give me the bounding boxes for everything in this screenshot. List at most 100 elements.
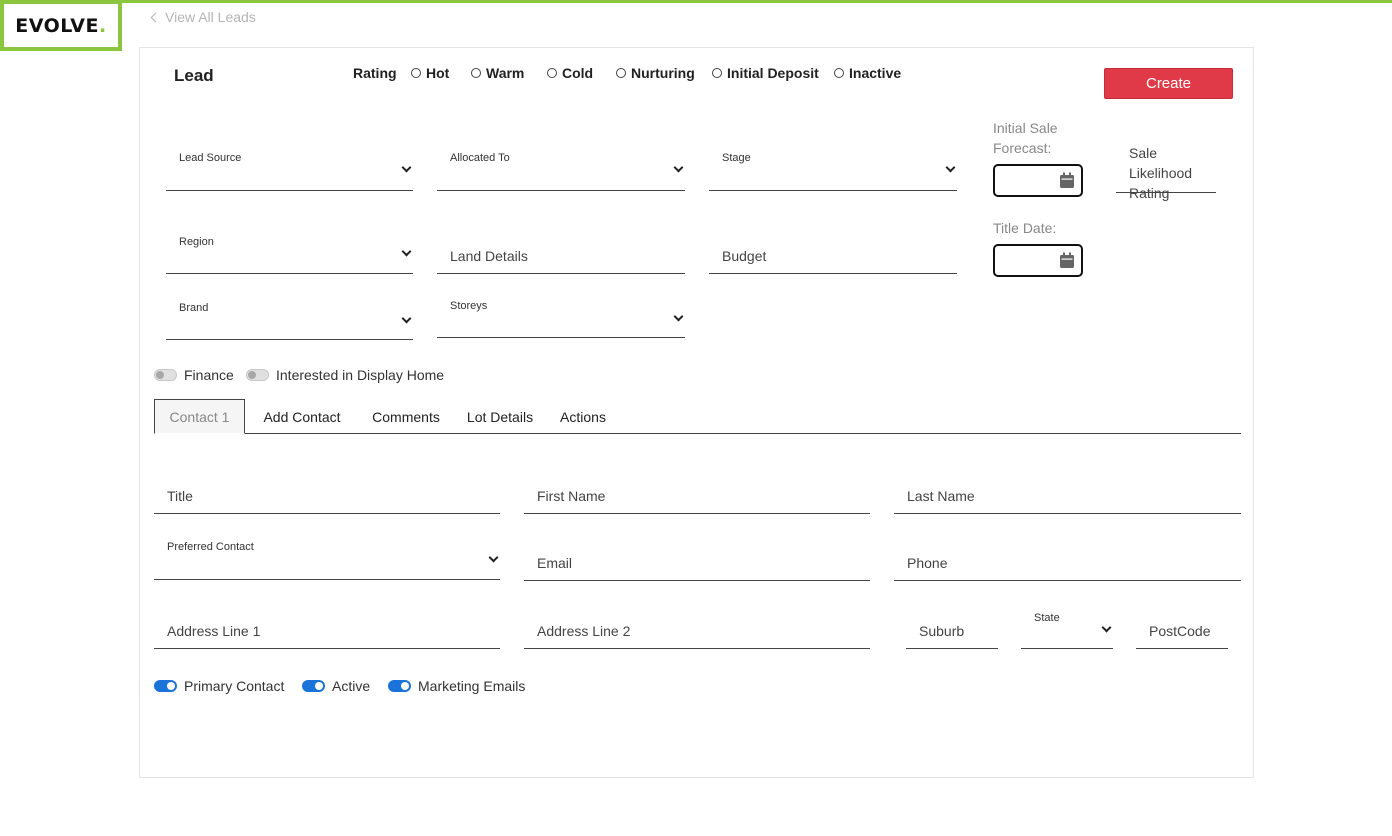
logo-text: EVOLVE. (15, 14, 107, 37)
address-line-2-input[interactable]: Address Line 2 (524, 603, 870, 649)
radio-circle-icon (834, 68, 844, 78)
title-date-input[interactable] (993, 244, 1083, 277)
toggle-label: Active (332, 678, 371, 694)
primary-contact-toggle[interactable]: Primary Contact (154, 678, 284, 694)
field-label: Title (167, 488, 193, 504)
field-label: Region (179, 236, 214, 248)
toggle-switch[interactable] (154, 680, 177, 692)
field-label: Lead Source (179, 152, 242, 164)
first-name-input[interactable]: First Name (524, 468, 870, 514)
chevron-down-icon (673, 162, 684, 173)
chevron-down-icon (401, 162, 412, 173)
rating-warm-radio[interactable]: Warm (471, 65, 524, 81)
chevron-down-icon (401, 246, 412, 257)
radio-circle-icon (471, 68, 481, 78)
tab-add-contact[interactable]: Add Contact (250, 399, 354, 434)
rating-nurturing-radio[interactable]: Nurturing (616, 65, 695, 81)
tab-lot-details[interactable]: Lot Details (460, 399, 540, 434)
field-label: Budget (722, 248, 767, 264)
initial-sale-forecast-date-input[interactable] (993, 164, 1083, 197)
rating-cold-radio[interactable]: Cold (547, 65, 593, 81)
evolve-logo[interactable]: EVOLVE. (0, 0, 122, 51)
field-label: Suburb (919, 623, 965, 639)
toggle-switch[interactable] (246, 369, 269, 381)
chevron-down-icon (488, 552, 499, 563)
active-toggle[interactable]: Active (302, 678, 370, 694)
radio-circle-icon (712, 68, 722, 78)
rating-inactive-radio[interactable]: Inactive (834, 65, 901, 81)
field-label: Phone (907, 555, 948, 571)
contact-title-input[interactable]: Title (154, 468, 500, 514)
state-select[interactable]: State (1021, 603, 1113, 649)
chevron-down-icon (1101, 622, 1112, 633)
title-date-label: Title Date: (993, 220, 1057, 236)
land-details-input[interactable]: Land Details (437, 228, 685, 274)
storeys-select[interactable]: Storeys (437, 293, 685, 338)
field-label: Brand (179, 302, 209, 314)
rating-hot-radio[interactable]: Hot (411, 65, 449, 81)
field-label: Email (537, 555, 573, 571)
postcode-input[interactable]: PostCode (1136, 603, 1228, 649)
region-select[interactable]: Region (166, 228, 413, 274)
toggle-label: Marketing Emails (418, 678, 526, 694)
toggle-switch[interactable] (302, 680, 325, 692)
field-label: Preferred Contact (167, 541, 254, 553)
email-input[interactable]: Email (524, 535, 870, 581)
field-label: State (1034, 612, 1060, 624)
field-label: Address Line 1 (167, 623, 261, 639)
lead-form-card: Lead Rating Hot Warm Cold Nurturing Init… (139, 47, 1254, 778)
field-label: First Name (537, 488, 606, 504)
view-all-leads-link[interactable]: View All Leads (150, 9, 256, 25)
lead-source-select[interactable]: Lead Source (166, 144, 413, 191)
field-label: Address Line 2 (537, 623, 631, 639)
brand-select[interactable]: Brand (166, 293, 413, 340)
calendar-icon[interactable] (1059, 172, 1075, 189)
tab-contact-1[interactable]: Contact 1 (154, 399, 245, 434)
rating-label: Rating (353, 65, 397, 81)
create-button[interactable]: Create (1104, 68, 1233, 99)
tab-comments[interactable]: Comments (362, 399, 450, 434)
radio-label: Hot (426, 65, 450, 81)
display-home-toggle[interactable]: Interested in Display Home (246, 367, 444, 383)
top-accent-bar (0, 0, 1392, 3)
calendar-icon[interactable] (1059, 252, 1075, 269)
toggle-label: Finance (184, 367, 234, 383)
radio-circle-icon (616, 68, 626, 78)
radio-label: Cold (562, 65, 594, 81)
phone-input[interactable]: Phone (894, 535, 1241, 581)
field-label: Sale Likelihood Rating (1129, 145, 1193, 201)
field-label: Stage (722, 152, 751, 164)
preferred-contact-select[interactable]: Preferred Contact (154, 535, 500, 580)
radio-circle-icon (547, 68, 557, 78)
field-label: Last Name (907, 488, 975, 504)
lead-heading: Lead (174, 66, 214, 85)
budget-input[interactable]: Budget (709, 228, 957, 274)
radio-label: Inactive (849, 65, 902, 81)
field-label: Land Details (450, 248, 528, 264)
initial-sale-forecast-label: Initial Sale Forecast: (993, 120, 1058, 156)
address-line-1-input[interactable]: Address Line 1 (154, 603, 500, 649)
radio-label: Initial Deposit (727, 65, 819, 81)
sale-likelihood-rating-input[interactable]: Sale Likelihood Rating (1116, 141, 1216, 201)
toggle-switch[interactable] (154, 369, 177, 381)
rating-initial-deposit-radio[interactable]: Initial Deposit (712, 65, 819, 81)
chevron-down-icon (673, 311, 684, 322)
marketing-emails-toggle[interactable]: Marketing Emails (388, 678, 525, 694)
allocated-to-select[interactable]: Allocated To (437, 144, 685, 191)
stage-select[interactable]: Stage (709, 144, 957, 191)
radio-circle-icon (411, 68, 421, 78)
toggle-label: Primary Contact (184, 678, 285, 694)
field-label: PostCode (1149, 623, 1211, 639)
toggle-label: Interested in Display Home (276, 367, 445, 383)
chevron-down-icon (401, 313, 412, 324)
last-name-input[interactable]: Last Name (894, 468, 1241, 514)
finance-toggle[interactable]: Finance (154, 367, 234, 383)
chevron-left-icon (150, 12, 161, 22)
back-link-label: View All Leads (165, 9, 256, 25)
toggle-switch[interactable] (388, 680, 411, 692)
suburb-input[interactable]: Suburb (906, 603, 998, 649)
tab-actions[interactable]: Actions (550, 399, 616, 434)
field-label: Allocated To (450, 152, 510, 164)
chevron-down-icon (945, 162, 956, 173)
radio-label: Warm (486, 65, 525, 81)
